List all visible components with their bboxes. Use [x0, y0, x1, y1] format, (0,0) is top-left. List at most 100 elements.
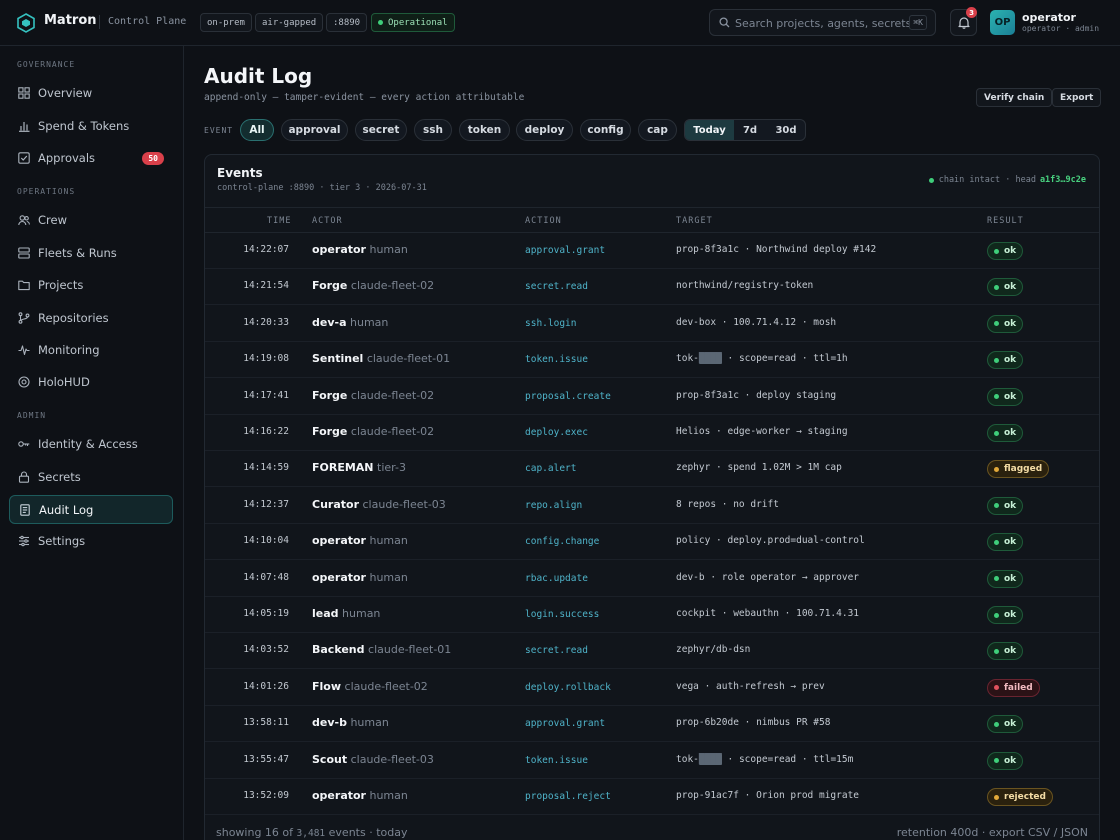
event-action[interactable]: cap.alert: [525, 463, 576, 474]
event-action[interactable]: ssh.login: [525, 318, 576, 329]
actor-name[interactable]: dev-b: [312, 716, 347, 729]
verify-chain-button[interactable]: Verify chain: [976, 88, 1053, 107]
event-time: 13:55:47: [243, 753, 289, 765]
git-branch-icon: [18, 312, 30, 324]
sidebar-item-secrets[interactable]: Secrets: [9, 463, 173, 492]
table-row[interactable]: 14:21:54 Forge claude-fleet-02 secret.read…: [205, 269, 1099, 306]
actor-name[interactable]: operator: [312, 243, 366, 256]
table-row[interactable]: 14:07:48 operator human rbac.update dev-b ·…: [205, 561, 1099, 597]
event-target: prop-91ac7f · Orion prod migrate: [676, 790, 860, 801]
sidebar-item-monitoring[interactable]: Monitoring: [9, 336, 173, 365]
actor-name[interactable]: Sentinel: [312, 352, 363, 365]
range-7d[interactable]: 7d: [734, 120, 766, 140]
sidebar-item-audit-log[interactable]: Audit Log: [9, 495, 173, 524]
target-prefix: tok-: [676, 753, 699, 765]
sidebar-item-repositories[interactable]: Repositories: [9, 304, 173, 333]
event-target: cockpit · webauthn · 100.71.4.31: [676, 608, 860, 619]
event-action[interactable]: approval.grant: [525, 718, 605, 729]
table-row[interactable]: 13:55:47 Scout claude-fleet-03 token.issue…: [205, 743, 1099, 779]
table-row[interactable]: 14:01:26 Flow claude-fleet-02 deploy.rollb…: [205, 670, 1099, 706]
event-action[interactable]: login.success: [525, 609, 599, 620]
sidebar-item-settings[interactable]: Settings: [9, 527, 173, 556]
retention-export-links[interactable]: retention 400d · export CSV / JSON: [897, 826, 1088, 839]
export-button[interactable]: Export: [1052, 88, 1102, 107]
footer-showing: showing 16 of: [216, 826, 294, 839]
section-admin: ADMIN: [17, 411, 47, 420]
actor-name[interactable]: Forge: [312, 389, 347, 402]
filter-approval[interactable]: approval: [281, 119, 348, 141]
event-action[interactable]: deploy.rollback: [525, 682, 611, 693]
actor-name[interactable]: Curator: [312, 498, 359, 511]
actor-name[interactable]: lead: [312, 607, 339, 620]
search-box[interactable]: ⌘K: [709, 9, 936, 36]
event-actor: dev-a human: [312, 316, 388, 329]
table-row[interactable]: 13:52:09 operator human proposal.reject pro…: [205, 779, 1099, 815]
col-time: TIME: [267, 216, 292, 226]
actor-name[interactable]: Backend: [312, 643, 365, 656]
actor-name[interactable]: operator: [312, 571, 366, 584]
table-row[interactable]: 14:22:07 operator human approval.grant prop…: [205, 233, 1099, 269]
filter-ssh[interactable]: ssh: [414, 119, 452, 141]
sidebar-item-holohud[interactable]: HoloHUD: [9, 368, 173, 397]
avatar[interactable]: OP: [990, 10, 1015, 35]
event-action[interactable]: rbac.update: [525, 573, 588, 584]
table-row[interactable]: 14:20:33 dev-a human ssh.login dev-box · 10…: [205, 306, 1099, 342]
table-row[interactable]: 14:05:19 lead human login.success cockpit ·…: [205, 597, 1099, 633]
sidebar-item-identity[interactable]: Identity & Access: [9, 430, 173, 459]
event-action[interactable]: token.issue: [525, 755, 588, 766]
event-action[interactable]: token.issue: [525, 354, 588, 365]
table-row[interactable]: 14:17:41 Forge claude-fleet-02 proposal.cr…: [205, 379, 1099, 415]
actor-name[interactable]: Forge: [312, 425, 347, 438]
actor-kind: human: [369, 789, 408, 802]
event-action[interactable]: proposal.create: [525, 391, 611, 402]
range-30d[interactable]: 30d: [766, 120, 805, 140]
col-target: TARGET: [676, 216, 713, 226]
event-action[interactable]: secret.read: [525, 645, 588, 656]
sidebar-item-overview[interactable]: Overview: [9, 79, 173, 108]
result-dot-icon: [994, 503, 999, 509]
actor-name[interactable]: Flow: [312, 680, 341, 693]
event-action[interactable]: secret.read: [525, 281, 588, 292]
event-action[interactable]: config.change: [525, 536, 599, 547]
table-row[interactable]: 13:58:11 dev-b human approval.grant prop-6b…: [205, 706, 1099, 743]
table-row[interactable]: 14:03:52 Backend claude-fleet-01 secret.re…: [205, 633, 1099, 670]
user-name[interactable]: operator: [1022, 11, 1076, 24]
actor-kind: claude-fleet-02: [344, 679, 428, 693]
actor-name[interactable]: Scout: [312, 753, 347, 766]
filter-all[interactable]: All: [240, 119, 274, 141]
sidebar-item-label: Audit Log: [39, 503, 94, 517]
event-time: 14:21:54: [243, 280, 289, 292]
actor-name[interactable]: dev-a: [312, 316, 347, 329]
filter-secret[interactable]: secret: [355, 119, 407, 141]
table-row[interactable]: 14:14:59 FOREMAN tier-3 cap.alert zephyr · …: [205, 451, 1099, 488]
table-row[interactable]: 14:10:04 operator human config.change polic…: [205, 524, 1099, 561]
range-today[interactable]: Today: [685, 120, 734, 140]
event-action[interactable]: approval.grant: [525, 245, 605, 256]
actor-kind: human: [369, 243, 408, 256]
sidebar-item-fleets[interactable]: Fleets & Runs: [9, 239, 173, 268]
result-text: ok: [1004, 573, 1017, 584]
actor-name[interactable]: FOREMAN: [312, 461, 374, 474]
table-row[interactable]: 14:19:08 Sentinel claude-fleet-01 token.is…: [205, 342, 1099, 379]
filter-config[interactable]: config: [580, 119, 631, 141]
table-row[interactable]: 14:12:37 Curator claude-fleet-03 repo.alig…: [205, 488, 1099, 524]
sidebar-item-approvals[interactable]: Approvals 50: [9, 144, 173, 173]
table-row[interactable]: 14:16:22 Forge claude-fleet-02 deploy.exec…: [205, 415, 1099, 451]
lock-icon: [18, 471, 30, 483]
actor-name[interactable]: operator: [312, 534, 366, 547]
sidebar-item-projects[interactable]: Projects: [9, 271, 173, 300]
actor-name[interactable]: Forge: [312, 279, 347, 292]
event-action[interactable]: proposal.reject: [525, 791, 611, 802]
search-shortcut: ⌘K: [909, 15, 927, 30]
chain-head-hash[interactable]: a1f3…9c2e: [1040, 175, 1086, 185]
filter-token[interactable]: token: [459, 119, 510, 141]
sidebar-item-spend[interactable]: Spend & Tokens: [9, 112, 173, 141]
event-action[interactable]: repo.align: [525, 500, 582, 511]
actor-name[interactable]: operator: [312, 789, 366, 802]
sidebar-item-crew[interactable]: Crew: [9, 206, 173, 235]
search-input[interactable]: [735, 14, 910, 32]
filter-cap[interactable]: cap: [638, 119, 677, 141]
result-dot-icon: [994, 466, 999, 472]
filter-deploy[interactable]: deploy: [516, 119, 573, 141]
event-action[interactable]: deploy.exec: [525, 427, 588, 438]
